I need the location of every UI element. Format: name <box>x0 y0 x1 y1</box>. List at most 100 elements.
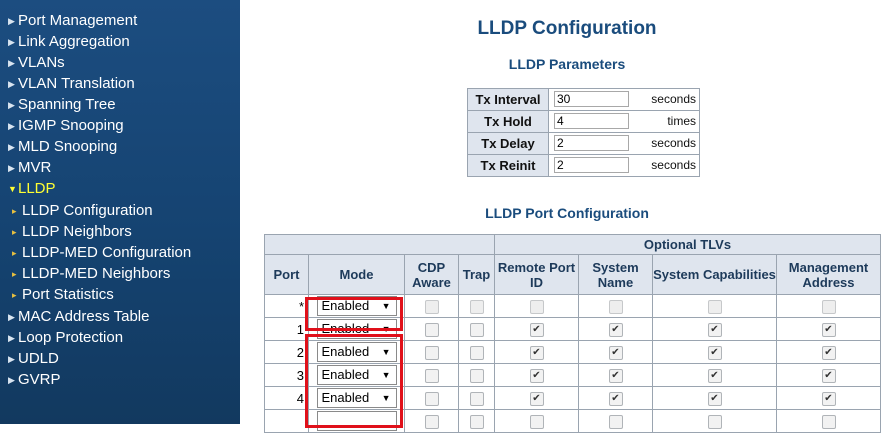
trap-checkbox[interactable] <box>469 345 484 360</box>
sidebar-item-udld[interactable]: ▶ UDLD <box>8 348 59 369</box>
remote-port-id-checkbox[interactable]: ✔ <box>529 391 544 406</box>
remote-port-id-checkbox[interactable] <box>529 299 544 314</box>
mode-select[interactable] <box>316 411 397 431</box>
param-row-tx-delay: Tx Delay seconds <box>467 132 700 155</box>
col-cdp-aware-header: CDP Aware <box>404 254 459 295</box>
table-row: 3 Enabled ▼ ✔ ✔ ✔ ✔ <box>264 363 881 387</box>
system-name-checkbox[interactable] <box>608 299 623 314</box>
tx-delay-unit: seconds <box>651 136 696 150</box>
mode-select[interactable]: Enabled ▼ <box>316 365 397 385</box>
sidebar-item-port-management[interactable]: ▶ Port Management <box>8 10 137 31</box>
table-row: * Enabled ▼ <box>264 294 881 318</box>
optional-tlvs-header: Optional TLVs <box>494 234 881 255</box>
param-row-tx-hold: Tx Hold times <box>467 110 700 133</box>
bullet-arrow-icon: ▸ <box>12 227 17 237</box>
sidebar-item-lldp-med-neighbors[interactable]: ▸ LLDP-MED Neighbors <box>12 263 170 284</box>
caret-right-icon: ▶ <box>8 16 15 26</box>
port-cell <box>264 409 309 433</box>
port-config-title: LLDP Port Configuration <box>485 205 649 221</box>
col-remote-port-id-header: Remote Port ID <box>494 254 579 295</box>
management-address-checkbox[interactable]: ✔ <box>821 345 836 360</box>
sidebar-item-lldp-neighbors[interactable]: ▸ LLDP Neighbors <box>12 221 132 242</box>
caret-right-icon: ▶ <box>8 100 15 110</box>
sidebar-item-lldp-med-configuration[interactable]: ▸ LLDP-MED Configuration <box>12 242 191 263</box>
system-capabilities-checkbox[interactable] <box>707 414 722 429</box>
system-name-checkbox[interactable]: ✔ <box>608 391 623 406</box>
page-title: LLDP Configuration <box>477 18 657 39</box>
tx-interval-label: Tx Interval <box>467 88 549 111</box>
col-management-address-header: Management Address <box>776 254 881 295</box>
trap-checkbox[interactable] <box>469 299 484 314</box>
caret-right-icon: ▶ <box>8 79 15 89</box>
tx-reinit-unit: seconds <box>651 158 696 172</box>
cdp-aware-checkbox[interactable] <box>424 368 439 383</box>
system-name-checkbox[interactable]: ✔ <box>608 345 623 360</box>
sidebar-item-label: MVR <box>18 159 52 176</box>
caret-right-icon: ▶ <box>8 312 15 322</box>
mode-select[interactable]: Enabled ▼ <box>316 319 397 339</box>
management-address-checkbox[interactable] <box>821 299 836 314</box>
system-capabilities-checkbox[interactable]: ✔ <box>707 391 722 406</box>
management-address-checkbox[interactable] <box>821 414 836 429</box>
cdp-aware-checkbox[interactable] <box>424 414 439 429</box>
system-capabilities-checkbox[interactable] <box>707 299 722 314</box>
sidebar-item-port-statistics[interactable]: ▸ Port Statistics <box>12 284 114 305</box>
system-capabilities-checkbox[interactable]: ✔ <box>707 322 722 337</box>
caret-right-icon: ▶ <box>8 163 15 173</box>
caret-right-icon: ▶ <box>8 58 15 68</box>
sidebar-item-label: IGMP Snooping <box>18 117 124 134</box>
port-cell: 2 <box>264 340 309 364</box>
mode-select[interactable]: Enabled ▼ <box>316 296 397 316</box>
sidebar-item-label: Spanning Tree <box>18 96 116 113</box>
table-row: 1 Enabled ▼ ✔ ✔ ✔ ✔ <box>264 317 881 341</box>
trap-checkbox[interactable] <box>469 322 484 337</box>
sidebar-item-lldp-configuration[interactable]: ▸ LLDP Configuration <box>12 200 153 221</box>
remote-port-id-checkbox[interactable]: ✔ <box>529 322 544 337</box>
remote-port-id-checkbox[interactable]: ✔ <box>529 368 544 383</box>
tx-delay-input[interactable] <box>554 135 629 151</box>
management-address-checkbox[interactable]: ✔ <box>821 322 836 337</box>
remote-port-id-checkbox[interactable]: ✔ <box>529 345 544 360</box>
trap-checkbox[interactable] <box>469 391 484 406</box>
sidebar-item-mvr[interactable]: ▶ MVR <box>8 157 51 178</box>
trap-checkbox[interactable] <box>469 368 484 383</box>
sidebar-item-mac-address-table[interactable]: ▶ MAC Address Table <box>8 306 149 327</box>
trap-checkbox[interactable] <box>469 414 484 429</box>
sidebar-item-gvrp[interactable]: ▶ GVRP <box>8 369 61 390</box>
sidebar-item-spanning-tree[interactable]: ▶ Spanning Tree <box>8 94 116 115</box>
sidebar-item-mld-snooping[interactable]: ▶ MLD Snooping <box>8 136 117 157</box>
sidebar-item-label: MLD Snooping <box>18 138 118 155</box>
sidebar-item-loop-protection[interactable]: ▶ Loop Protection <box>8 327 123 348</box>
tx-interval-input[interactable] <box>554 91 629 107</box>
management-address-checkbox[interactable]: ✔ <box>821 368 836 383</box>
bullet-arrow-icon: ▸ <box>12 248 17 258</box>
tx-reinit-input[interactable] <box>554 157 629 173</box>
col-mode-header: Mode <box>308 254 405 295</box>
cdp-aware-checkbox[interactable] <box>424 299 439 314</box>
dropdown-arrow-icon: ▼ <box>381 301 391 311</box>
system-name-checkbox[interactable]: ✔ <box>608 322 623 337</box>
cdp-aware-checkbox[interactable] <box>424 345 439 360</box>
bullet-arrow-icon: ▸ <box>12 290 17 300</box>
cdp-aware-checkbox[interactable] <box>424 391 439 406</box>
system-name-checkbox[interactable]: ✔ <box>608 368 623 383</box>
cdp-aware-checkbox[interactable] <box>424 322 439 337</box>
table-row: 4 Enabled ▼ ✔ ✔ ✔ ✔ <box>264 386 881 410</box>
sidebar-item-igmp-snooping[interactable]: ▶ IGMP Snooping <box>8 115 124 136</box>
lldp-port-config-table: Optional TLVs Port Mode CDP Aware Trap R… <box>264 234 881 433</box>
mode-select[interactable]: Enabled ▼ <box>316 388 397 408</box>
sidebar-item-link-aggregation[interactable]: ▶ Link Aggregation <box>8 31 130 52</box>
caret-right-icon: ▶ <box>8 121 15 131</box>
system-name-checkbox[interactable] <box>608 414 623 429</box>
tx-hold-input[interactable] <box>554 113 629 129</box>
remote-port-id-checkbox[interactable] <box>529 414 544 429</box>
management-address-checkbox[interactable]: ✔ <box>821 391 836 406</box>
system-capabilities-checkbox[interactable]: ✔ <box>707 345 722 360</box>
tx-hold-label: Tx Hold <box>467 110 549 133</box>
sidebar-item-vlans[interactable]: ▶ VLANs <box>8 52 65 73</box>
system-capabilities-checkbox[interactable]: ✔ <box>707 368 722 383</box>
caret-right-icon: ▶ <box>8 142 15 152</box>
sidebar-item-lldp[interactable]: ▼LLDP <box>8 178 56 199</box>
sidebar-item-vlan-translation[interactable]: ▶ VLAN Translation <box>8 73 135 94</box>
mode-select[interactable]: Enabled ▼ <box>316 342 397 362</box>
